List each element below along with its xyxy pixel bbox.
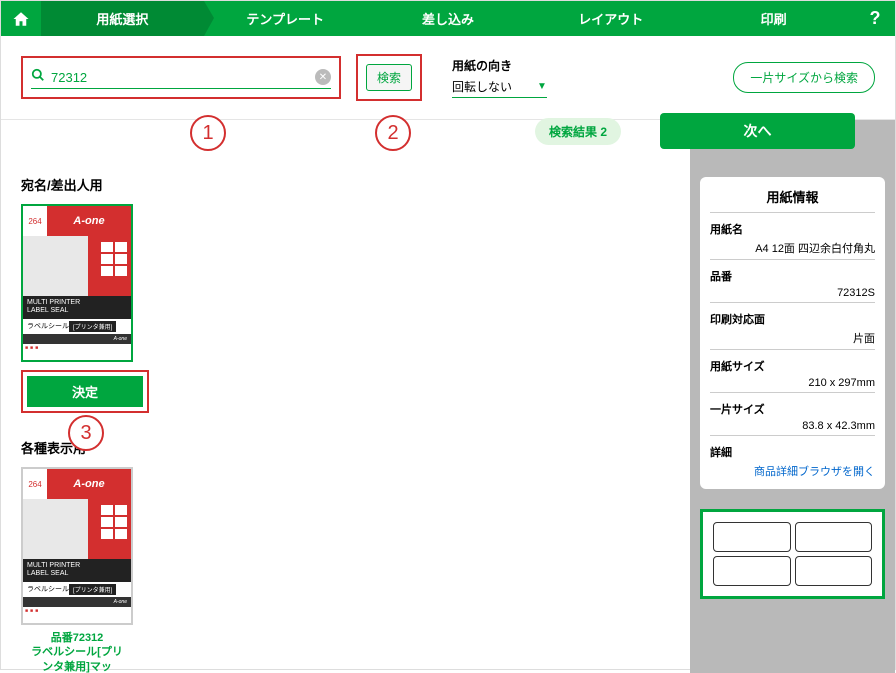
decide-button[interactable]: 決定 [27,376,143,407]
label-preview [700,509,885,599]
annotation-2: 2 [375,115,411,151]
home-icon [12,10,30,28]
results-badge: 検索結果 2 [535,118,621,145]
home-button[interactable] [1,1,41,36]
orientation-select[interactable]: 回転しない ▼ [452,76,547,98]
nav-step-print[interactable]: 印刷 [692,1,855,36]
paper-info-panel: 用紙情報 用紙名A4 12面 四辺余白付角丸 品番72312S 印刷対応面片面 … [700,177,885,489]
preview-cell [713,522,791,552]
product-card-2[interactable]: 264 A-one MULTI PRINTERLABEL SEAL ラベルシール… [21,467,133,673]
info-title: 用紙情報 [710,187,875,213]
search-icon [31,68,45,86]
nav-step-merge[interactable]: 差し込み [367,1,530,36]
search-row: ✕ 検索 用紙の向き 回転しない ▼ 一片サイズから検索 [1,36,895,120]
left-panel: 宛名/差出人用 264 A-one MULTI PRINTERLABEL SEA… [1,120,690,673]
chevron-down-icon: ▼ [537,81,547,92]
product-image-2: 264 A-one MULTI PRINTERLABEL SEAL ラベルシール… [21,467,133,625]
product-caption: 品番72312 ラベルシール[プリ ンタ兼用]マッ [21,631,133,673]
nav-step-template[interactable]: テンプレート [204,1,367,36]
search-input[interactable] [51,70,315,85]
search-container: ✕ [21,56,341,99]
nav-step-paper[interactable]: 用紙選択 [41,1,204,36]
annotation-3: 3 [68,415,104,451]
nav-step-layout[interactable]: レイアウト [529,1,692,36]
category-display: 各種表示用 [21,438,670,457]
right-panel: 用紙情報 用紙名A4 12面 四辺余白付角丸 品番72312S 印刷対応面片面 … [690,120,895,673]
orientation-section: 用紙の向き 回転しない ▼ [452,57,547,98]
orientation-label: 用紙の向き [452,57,547,74]
next-button[interactable]: 次へ [660,113,855,149]
clear-icon[interactable]: ✕ [315,69,331,85]
size-search-button[interactable]: 一片サイズから検索 [733,62,875,93]
category-addressee: 宛名/差出人用 [21,175,670,194]
preview-cell [795,556,873,586]
decide-button-wrap: 決定 [21,370,149,413]
preview-cell [713,556,791,586]
main-area: 宛名/差出人用 264 A-one MULTI PRINTERLABEL SEA… [1,120,895,673]
annotation-1: 1 [190,115,226,151]
product-card-selected[interactable]: 264 A-one MULTI PRINTERLABEL SEAL ラベルシール… [21,204,133,362]
detail-link[interactable]: 商品詳細ブラウザを開く [710,460,875,479]
product-image: 264 A-one MULTI PRINTERLABEL SEAL ラベルシール… [21,204,133,362]
preview-cell [795,522,873,552]
top-nav: 用紙選択 テンプレート 差し込み レイアウト 印刷 ? [1,1,895,36]
search-button[interactable]: 検索 [366,64,412,91]
search-button-container: 検索 [356,54,422,101]
